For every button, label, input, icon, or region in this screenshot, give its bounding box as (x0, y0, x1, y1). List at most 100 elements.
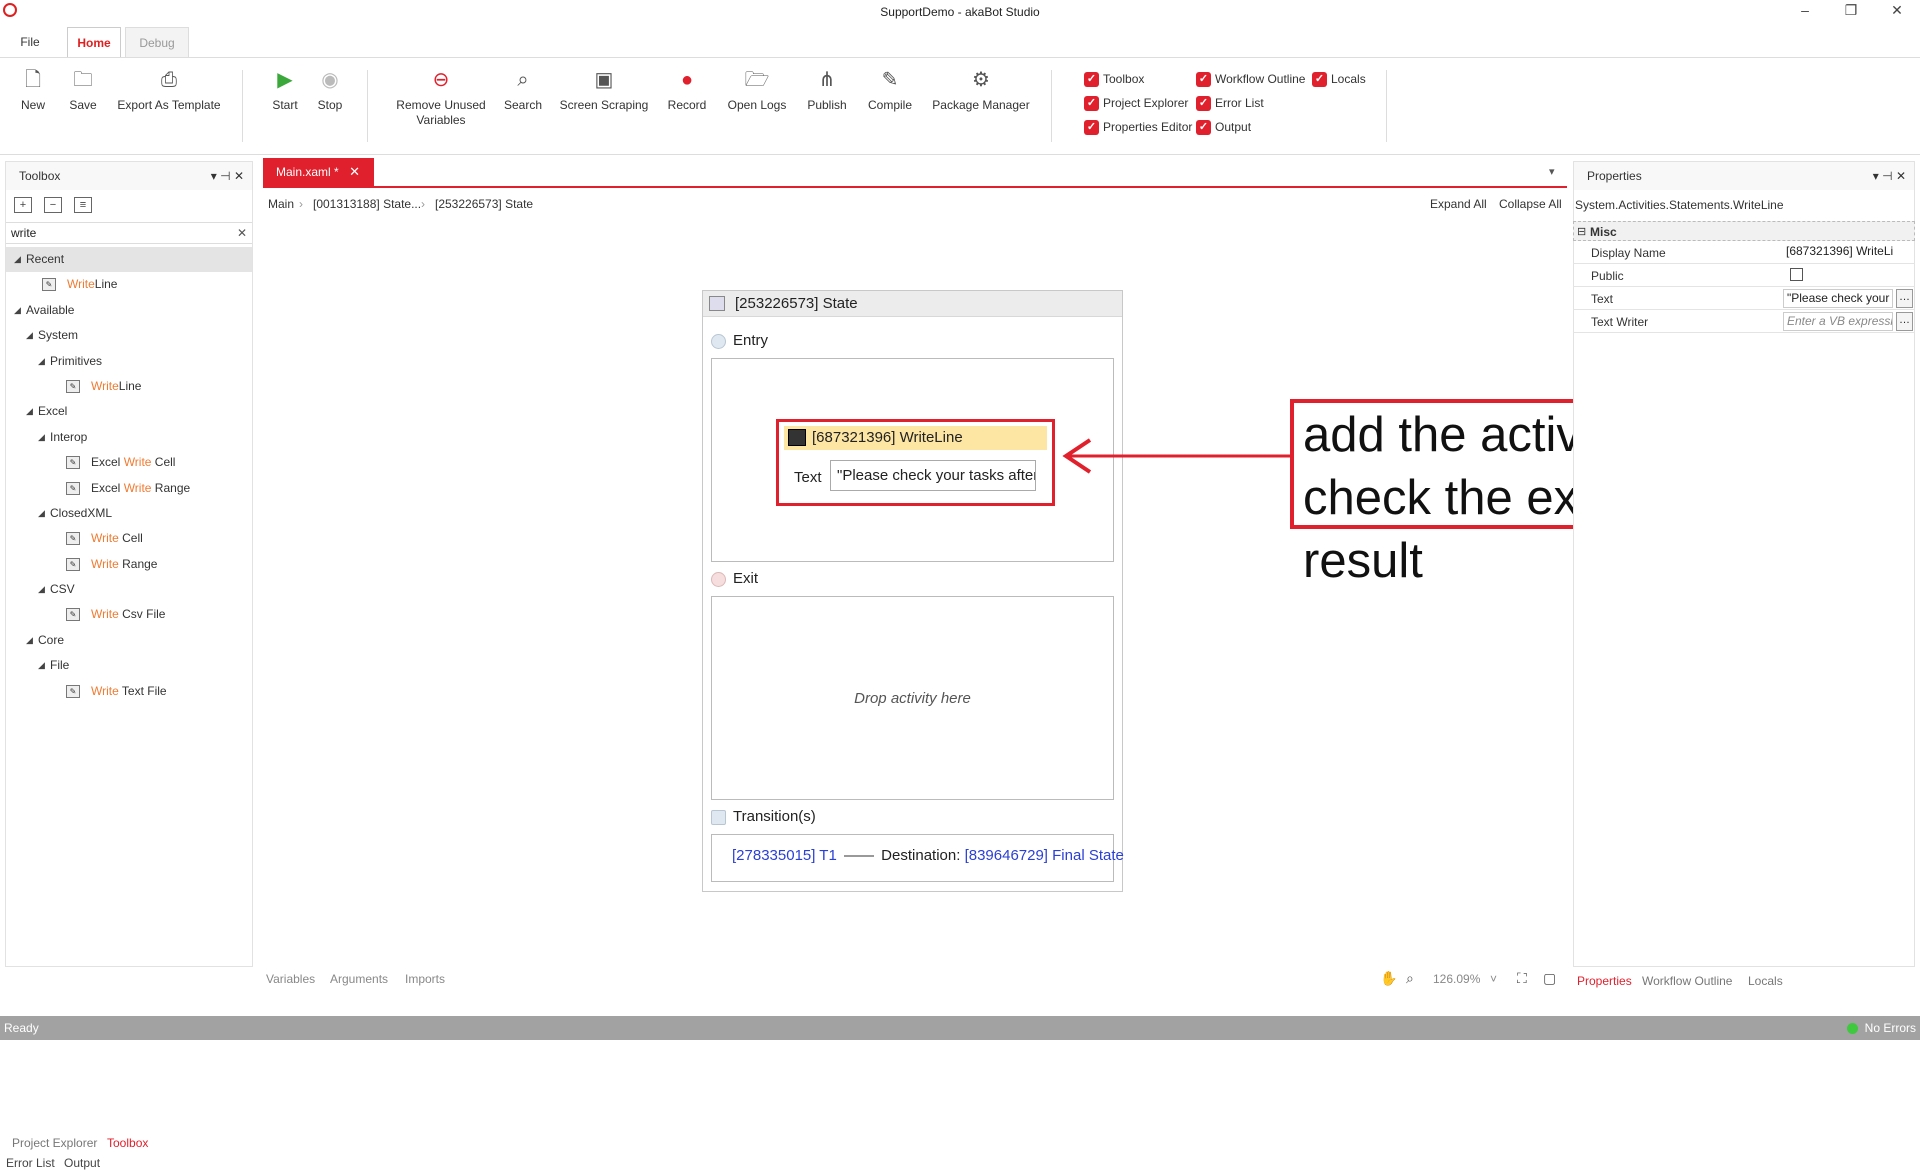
publish-button[interactable]: ⋔ Publish (802, 68, 852, 113)
tree-group[interactable]: ◢ System (6, 323, 252, 348)
pan-hand-icon[interactable]: ✋ (1380, 970, 1397, 987)
tab-main-xaml[interactable]: Main.xaml * ✕ (263, 158, 374, 186)
breadcrumb-parent-state[interactable]: [001313188] State... (313, 197, 421, 211)
tab-imports[interactable]: Imports (405, 972, 445, 986)
tab-workflow-outline[interactable]: Workflow Outline (1642, 974, 1732, 988)
doc-list-dropdown-icon[interactable]: ▾ (1549, 165, 1555, 178)
transition-row[interactable]: [278335015] T1 Destination: [839646729] … (732, 847, 1124, 864)
tree-group[interactable]: ◢ Core (6, 628, 252, 653)
display-name-value[interactable]: [687321396] WriteLine (1783, 243, 1893, 262)
public-checkbox[interactable] (1790, 268, 1803, 281)
transition-name[interactable]: [278335015] T1 (732, 847, 837, 864)
save-button[interactable]: 🗀 Save (64, 68, 102, 113)
screen-scraping-button[interactable]: ▣ Screen Scraping (558, 68, 650, 113)
properties-editor-checkbox[interactable]: Properties Editor (1084, 119, 1192, 137)
collapse-triangle-icon[interactable]: ◢ (14, 247, 21, 272)
tab-properties[interactable]: Properties (1577, 974, 1632, 988)
tab-debug[interactable]: Debug (125, 27, 189, 57)
zoom-icon[interactable]: ⌕ (1406, 970, 1414, 987)
clear-search-icon[interactable]: ✕ (237, 226, 247, 240)
list-view-icon[interactable]: ≡ (74, 197, 92, 213)
project-explorer-checkbox[interactable]: Project Explorer (1084, 95, 1188, 113)
entry-zone[interactable]: [687321396] WriteLine Text "Please check… (711, 358, 1114, 562)
package-manager-button[interactable]: ⚙ Package Manager (930, 68, 1032, 113)
collapse-triangle-icon[interactable]: ◢ (38, 349, 45, 374)
collapse-all-link[interactable]: Collapse All (1499, 197, 1562, 211)
tab-arguments[interactable]: Arguments (330, 972, 388, 986)
tab-locals[interactable]: Locals (1748, 974, 1783, 988)
exit-zone[interactable]: Drop activity here (711, 596, 1114, 800)
remove-unused-variables-button[interactable]: ⊖ Remove Unused Variables (393, 68, 489, 128)
tree-group[interactable]: ◢ Recent (6, 247, 252, 273)
tab-file[interactable]: File (8, 27, 52, 57)
tree-group[interactable]: ◢ CSV (6, 577, 252, 602)
record-button[interactable]: ● Record (664, 68, 710, 113)
compile-button[interactable]: ✎ Compile (864, 68, 916, 113)
toolbox-checkbox[interactable]: Toolbox (1084, 71, 1144, 89)
tree-item[interactable]: ✎ WriteLine (6, 272, 252, 297)
writeline-text-input[interactable]: "Please check your tasks after (830, 460, 1036, 491)
close-tab-icon[interactable]: ✕ (349, 158, 360, 186)
toolbox-search-input[interactable]: write ✕ (6, 222, 252, 244)
close-window-icon[interactable]: ✕ (1882, 2, 1912, 19)
collapse-triangle-icon[interactable]: ◢ (14, 298, 21, 323)
zoom-level[interactable]: 126.09% (1433, 972, 1480, 986)
tree-item[interactable]: ✎ Write Range (6, 552, 252, 577)
tree-item[interactable]: ✎ Excel Write Cell (6, 450, 252, 475)
tree-item[interactable]: ✎ WriteLine (6, 374, 252, 399)
collapse-triangle-icon[interactable]: ◢ (38, 577, 45, 602)
overview-map-icon[interactable]: ▢ (1543, 970, 1556, 987)
writeline-activity[interactable]: [687321396] WriteLine Text "Please check… (776, 419, 1055, 506)
text-expression-editor-button[interactable]: … (1896, 289, 1913, 308)
tree-group[interactable]: ◢ ClosedXML (6, 501, 252, 526)
tab-error-list[interactable]: Error List (6, 1156, 55, 1170)
error-status[interactable]: No Errors (1846, 1016, 1916, 1040)
tree-group[interactable]: ◢ Excel (6, 399, 252, 424)
zoom-dropdown-icon[interactable]: ˅ (1490, 972, 1497, 986)
minimize-icon[interactable]: – (1790, 2, 1820, 18)
export-template-button[interactable]: ⎙ Export As Template (115, 68, 223, 113)
collapse-triangle-icon[interactable]: ◢ (38, 501, 45, 526)
breadcrumb-current-state[interactable]: [253226573] State (435, 197, 533, 211)
tree-group[interactable]: ◢ Interop (6, 425, 252, 450)
new-button[interactable]: 🗋 New (14, 68, 52, 113)
restore-icon[interactable]: ❐ (1836, 2, 1866, 19)
collapse-triangle-icon[interactable]: ◢ (26, 399, 33, 424)
tree-group[interactable]: ◢ Available (6, 298, 252, 323)
tree-group[interactable]: ◢ Primitives (6, 349, 252, 374)
tree-item[interactable]: ✎ Write Csv File (6, 602, 252, 627)
locals-checkbox[interactable]: Locals (1312, 71, 1366, 89)
expand-all-icon[interactable]: + (14, 197, 32, 213)
stop-button[interactable]: ◉ Stop (312, 68, 348, 113)
panel-controls-icon[interactable]: ▾ ⊣ ✕ (211, 162, 244, 190)
fit-screen-icon[interactable]: ⛶ (1517, 970, 1527, 987)
property-category-misc[interactable]: Misc (1573, 221, 1915, 242)
tree-item[interactable]: ✎ Write Cell (6, 526, 252, 551)
tree-group[interactable]: ◢ File (6, 653, 252, 678)
tree-item[interactable]: ✎ Excel Write Range (6, 476, 252, 501)
text-value-input[interactable]: "Please check your (1783, 289, 1893, 308)
text-writer-input[interactable]: Enter a VB expressi (1783, 312, 1893, 331)
collapse-triangle-icon[interactable]: ◢ (38, 653, 45, 678)
search-button[interactable]: ⌕ Search (500, 68, 546, 113)
output-checkbox[interactable]: Output (1196, 119, 1251, 137)
tab-home[interactable]: Home (67, 27, 121, 57)
collapse-triangle-icon[interactable]: ◢ (26, 323, 33, 348)
tab-variables[interactable]: Variables (266, 972, 315, 986)
tab-output[interactable]: Output (64, 1156, 100, 1170)
collapse-triangle-icon[interactable]: ◢ (26, 628, 33, 653)
start-button[interactable]: ▶ Start (267, 68, 303, 113)
tab-project-explorer[interactable]: Project Explorer (12, 1136, 97, 1150)
open-logs-button[interactable]: 🗁 Open Logs (724, 68, 790, 113)
tree-item[interactable]: ✎ Write Text File (6, 679, 252, 704)
expand-all-link[interactable]: Expand All (1430, 197, 1487, 211)
text-writer-editor-button[interactable]: … (1896, 312, 1913, 331)
workflow-outline-checkbox[interactable]: Workflow Outline (1196, 71, 1305, 89)
collapse-triangle-icon[interactable]: ◢ (38, 425, 45, 450)
breadcrumb-main[interactable]: Main (268, 197, 294, 211)
error-list-checkbox[interactable]: Error List (1196, 95, 1264, 113)
state-activity[interactable]: [253226573] State Entry [687321396] Writ… (702, 290, 1124, 892)
destination-value[interactable]: [839646729] Final State (965, 847, 1124, 864)
panel-controls-icon[interactable]: ▾ ⊣ ✕ (1873, 162, 1906, 190)
collapse-all-icon[interactable]: − (44, 197, 62, 213)
